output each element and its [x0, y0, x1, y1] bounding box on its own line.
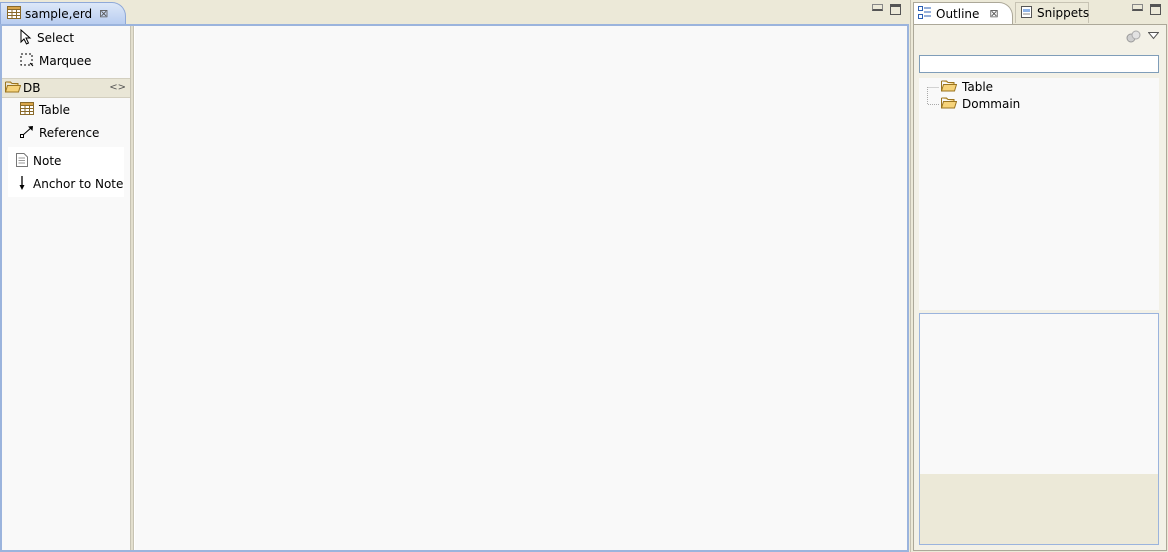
palette-reference-tool[interactable]: Reference: [20, 123, 99, 143]
palette-drawer-label: DB: [23, 81, 41, 95]
outline-tree: Table Dommain: [919, 78, 1159, 310]
editor-tab-sample-erd[interactable]: sample,erd ⊠: [0, 2, 126, 24]
outline-view: Outline ⊠ Snippets Table Dommain: [910, 0, 1168, 552]
erd-editor: sample,erd ⊠ Select Marquee DB <> Table …: [0, 0, 909, 552]
tree-item-label: Dommain: [962, 97, 1021, 111]
tree-item-label: Table: [962, 80, 994, 94]
palette-marquee-tool[interactable]: Marquee: [20, 51, 91, 71]
arrow-down-icon: [16, 175, 28, 194]
outline-toolbar: [914, 25, 1166, 51]
tab-snippets[interactable]: Snippets: [1015, 2, 1089, 23]
collapse-icon[interactable]: <>: [109, 82, 126, 93]
table-icon: [20, 102, 34, 118]
snippets-icon: [1020, 5, 1033, 21]
palette-marquee-label: Marquee: [39, 54, 92, 68]
outline-frame: Table Dommain: [913, 24, 1167, 551]
outline-tabbar: Outline ⊠ Snippets: [911, 0, 1168, 24]
maximize-icon[interactable]: [1150, 4, 1161, 15]
tab-outline[interactable]: Outline ⊠: [913, 2, 1013, 24]
minimize-icon[interactable]: [1132, 4, 1143, 11]
palette: Select Marquee DB <> Table Reference Not…: [2, 26, 131, 550]
palette-anchor-tool[interactable]: Anchor to Note: [16, 174, 123, 194]
diagram-canvas[interactable]: [135, 26, 907, 550]
palette-resizer[interactable]: [131, 26, 134, 550]
arrow-pointer-icon: [20, 28, 32, 48]
editor-tabbar: sample,erd ⊠: [0, 0, 909, 24]
tree-item-table[interactable]: Table: [940, 79, 994, 95]
marquee-icon: [20, 53, 34, 70]
maximize-icon[interactable]: [890, 4, 901, 15]
minimize-icon[interactable]: [872, 4, 883, 11]
palette-anchor-label: Anchor to Note: [33, 177, 124, 191]
note-icon: [16, 152, 28, 170]
tab-outline-label: Outline: [936, 6, 980, 21]
table-icon: [7, 5, 21, 22]
palette-table-tool[interactable]: Table: [20, 100, 70, 120]
outline-filter-input[interactable]: [919, 55, 1159, 73]
palette-select-label: Select: [37, 31, 75, 45]
folder-icon: [940, 79, 958, 95]
editor-tab-label: sample,erd: [25, 6, 93, 21]
connection-arrow-icon: [20, 125, 34, 142]
tree-item-dommain[interactable]: Dommain: [940, 96, 1021, 112]
palette-select-tool[interactable]: Select: [20, 28, 74, 48]
folder-icon: [940, 96, 958, 112]
view-menu-icon[interactable]: [1147, 29, 1160, 43]
outline-icon: [918, 5, 932, 22]
palette-note-tool[interactable]: Note: [16, 151, 61, 171]
link-icon[interactable]: [1126, 30, 1142, 47]
palette-table-label: Table: [39, 103, 71, 117]
close-icon[interactable]: ⊠: [989, 7, 998, 20]
palette-drawer-db[interactable]: DB <>: [2, 78, 130, 98]
tab-snippets-label: Snippets: [1037, 6, 1090, 20]
palette-note-label: Note: [33, 154, 62, 168]
open-folder-icon: [4, 80, 22, 96]
close-icon[interactable]: ⊠: [99, 7, 108, 20]
palette-reference-label: Reference: [39, 126, 100, 140]
overview-empty-area: [920, 474, 1158, 544]
editor-frame: Select Marquee DB <> Table Reference Not…: [0, 24, 909, 552]
outline-overview[interactable]: [919, 313, 1159, 545]
